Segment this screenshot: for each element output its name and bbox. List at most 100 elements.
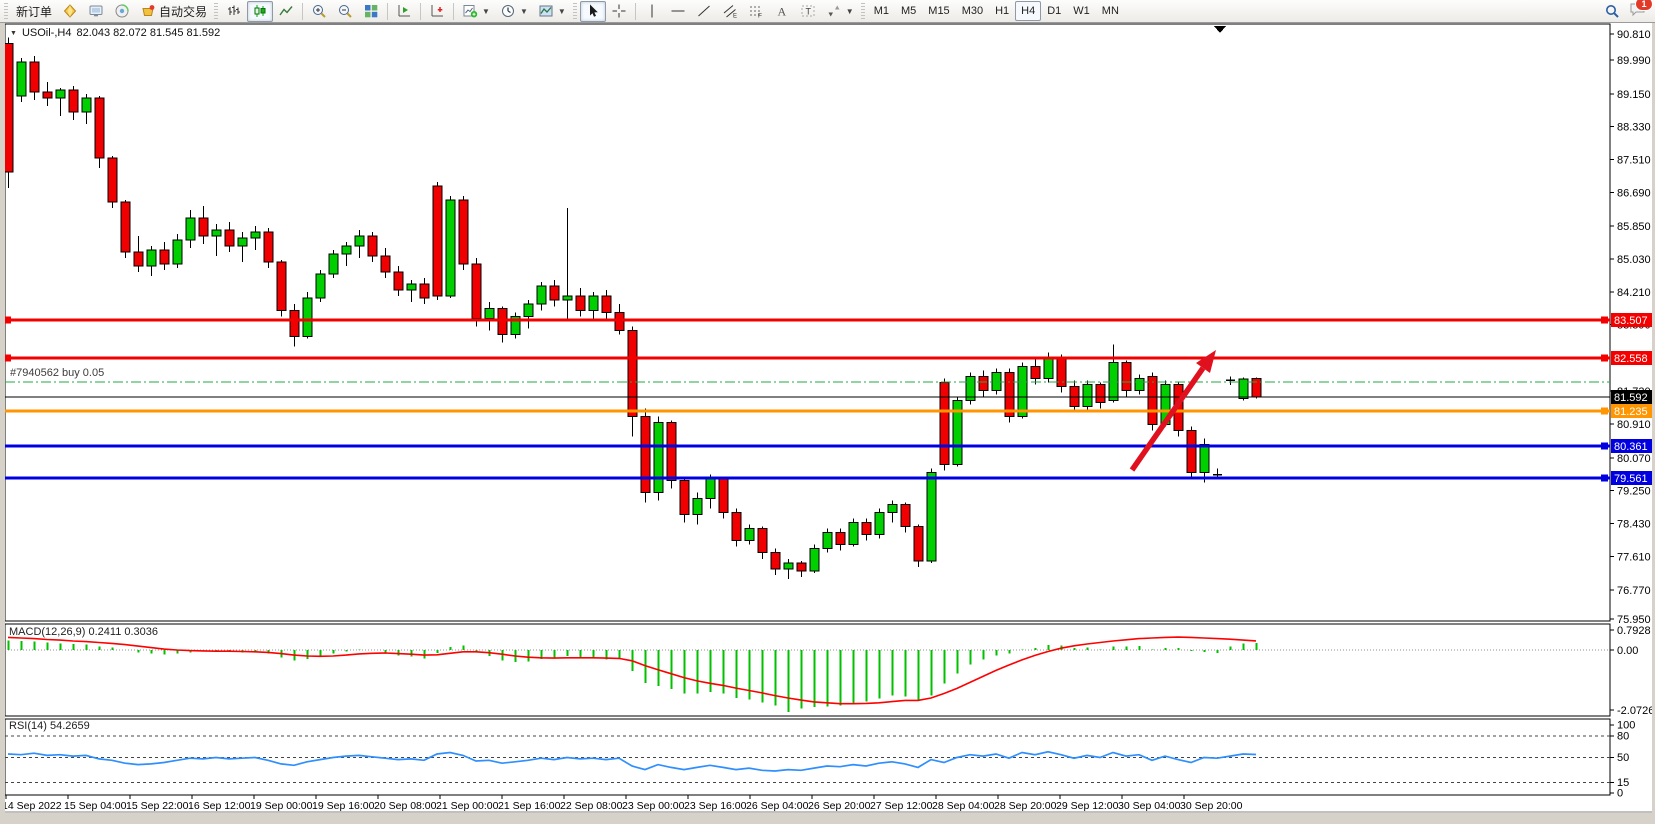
price-axis: 90.81089.99089.15088.33087.51086.69085.8…: [1610, 29, 1651, 626]
new-order-label: 新订单: [16, 3, 52, 20]
horizontal-line-button[interactable]: [665, 1, 691, 22]
search-icon: [1604, 3, 1620, 19]
cursor-button[interactable]: [580, 1, 606, 22]
chevron-down-icon: ▼: [558, 7, 566, 16]
bar-chart-button[interactable]: [221, 1, 247, 22]
svg-text:84.210: 84.210: [1617, 287, 1651, 299]
channel-button[interactable]: E: [717, 1, 743, 22]
svg-text:21 Sep 16:00: 21 Sep 16:00: [498, 800, 561, 812]
charts-window-button[interactable]: [83, 1, 109, 22]
svg-text:86.690: 86.690: [1617, 187, 1651, 199]
vertical-line-button[interactable]: [639, 1, 665, 22]
chat-button[interactable]: 1: [1629, 1, 1647, 22]
autoscroll-button[interactable]: [424, 1, 450, 22]
text-label-icon: T: [800, 3, 816, 19]
chevron-down-icon: ▼: [846, 7, 854, 16]
svg-text:14 Sep 2022: 14 Sep 2022: [2, 800, 62, 812]
svg-text:90.810: 90.810: [1617, 29, 1651, 41]
new-chart-button[interactable]: ▼: [457, 1, 495, 22]
svg-text:89.990: 89.990: [1617, 55, 1651, 67]
timeframe-m30[interactable]: M30: [956, 1, 989, 21]
timeframe-h4[interactable]: H4: [1015, 1, 1041, 21]
crosshair-button[interactable]: [606, 1, 632, 22]
svg-text:80.910: 80.910: [1617, 419, 1651, 431]
timeframe-m5[interactable]: M5: [895, 1, 922, 21]
svg-text:75.950: 75.950: [1617, 614, 1651, 626]
timeframe-d1[interactable]: D1: [1041, 1, 1067, 21]
new-order-button[interactable]: 新订单: [11, 1, 57, 22]
svg-text:79.250: 79.250: [1617, 486, 1651, 498]
template-button[interactable]: ▼: [533, 1, 571, 22]
timeframe-group: M1M5M15M30H1H4D1W1MN: [868, 1, 1125, 21]
svg-text:88.330: 88.330: [1617, 122, 1651, 134]
candlestick-icon: [252, 3, 268, 19]
svg-text:80.361: 80.361: [1614, 441, 1648, 453]
vertical-line-icon: [644, 3, 660, 19]
timeframe-w1[interactable]: W1: [1067, 1, 1096, 21]
svg-text:100: 100: [1617, 720, 1635, 732]
market-watch-button[interactable]: [57, 1, 83, 22]
svg-text:23 Sep 16:00: 23 Sep 16:00: [684, 800, 747, 812]
chevron-down-icon: ▼: [482, 7, 490, 16]
svg-text:T: T: [805, 7, 811, 17]
timeframe-mn[interactable]: MN: [1096, 1, 1125, 21]
chart-canvas[interactable]: 90.81089.99089.15088.33087.51086.69085.8…: [0, 0, 1655, 824]
svg-text:21 Sep 00:00: 21 Sep 00:00: [436, 800, 499, 812]
svg-text:F: F: [758, 13, 762, 20]
gem-icon: [62, 3, 78, 19]
template-icon: [538, 3, 554, 19]
trendline-button[interactable]: [691, 1, 717, 22]
shift-chart-icon: [396, 3, 412, 19]
trendline-icon: [696, 3, 712, 19]
new-chart-icon: [462, 3, 478, 19]
svg-text:19 Sep 16:00: 19 Sep 16:00: [312, 800, 375, 812]
svg-text:16 Sep 12:00: 16 Sep 12:00: [188, 800, 251, 812]
svg-text:0: 0: [1617, 788, 1623, 800]
svg-text:28 Sep 20:00: 28 Sep 20:00: [994, 800, 1057, 812]
svg-text:23 Sep 00:00: 23 Sep 00:00: [622, 800, 685, 812]
text-button[interactable]: A: [769, 1, 795, 22]
search-button[interactable]: [1599, 1, 1625, 22]
svg-text:80.070: 80.070: [1617, 453, 1651, 465]
fibonacci-button[interactable]: F: [743, 1, 769, 22]
tile-windows-button[interactable]: [358, 1, 384, 22]
autoscroll-icon: [429, 3, 445, 19]
svg-text:85.030: 85.030: [1617, 254, 1651, 266]
timeframe-m15[interactable]: M15: [922, 1, 955, 21]
arrows-icon: [826, 3, 842, 19]
shift-chart-button[interactable]: [391, 1, 417, 22]
channel-icon: E: [722, 3, 738, 19]
chat-badge: 1: [1635, 0, 1653, 11]
svg-text:A: A: [777, 5, 786, 19]
crosshair-icon: [611, 3, 627, 19]
text-icon: A: [774, 3, 790, 19]
svg-text:15 Sep 22:00: 15 Sep 22:00: [126, 800, 189, 812]
period-button[interactable]: ▼: [495, 1, 533, 22]
autotrade-button[interactable]: 自动交易: [135, 1, 212, 22]
timeframe-h1[interactable]: H1: [989, 1, 1015, 21]
bar-chart-icon: [226, 3, 242, 19]
horizontal-line-icon: [670, 3, 686, 19]
time-axis: 14 Sep 202215 Sep 04:0015 Sep 22:0016 Se…: [2, 795, 1243, 812]
svg-text:87.510: 87.510: [1617, 155, 1651, 167]
svg-text:E: E: [733, 14, 737, 20]
signals-button[interactable]: [109, 1, 135, 22]
autotrade-label: 自动交易: [159, 3, 207, 20]
svg-text:22 Sep 08:00: 22 Sep 08:00: [560, 800, 623, 812]
svg-text:79.561: 79.561: [1614, 473, 1648, 485]
arrows-button[interactable]: ▼: [821, 1, 859, 22]
timeframe-m1[interactable]: M1: [868, 1, 895, 21]
svg-text:80: 80: [1617, 731, 1629, 743]
line-chart-button[interactable]: [273, 1, 299, 22]
svg-text:81.592: 81.592: [1614, 392, 1648, 404]
zoom-out-icon: [337, 3, 353, 19]
svg-text:77.610: 77.610: [1617, 551, 1651, 563]
text-label-button[interactable]: T: [795, 1, 821, 22]
candlestick-button[interactable]: [247, 1, 273, 22]
zoom-out-button[interactable]: [332, 1, 358, 22]
svg-text:83.507: 83.507: [1614, 315, 1648, 327]
svg-text:19 Sep 00:00: 19 Sep 00:00: [250, 800, 313, 812]
svg-text:29 Sep 12:00: 29 Sep 12:00: [1056, 800, 1119, 812]
svg-text:20 Sep 08:00: 20 Sep 08:00: [374, 800, 437, 812]
zoom-in-button[interactable]: [306, 1, 332, 22]
